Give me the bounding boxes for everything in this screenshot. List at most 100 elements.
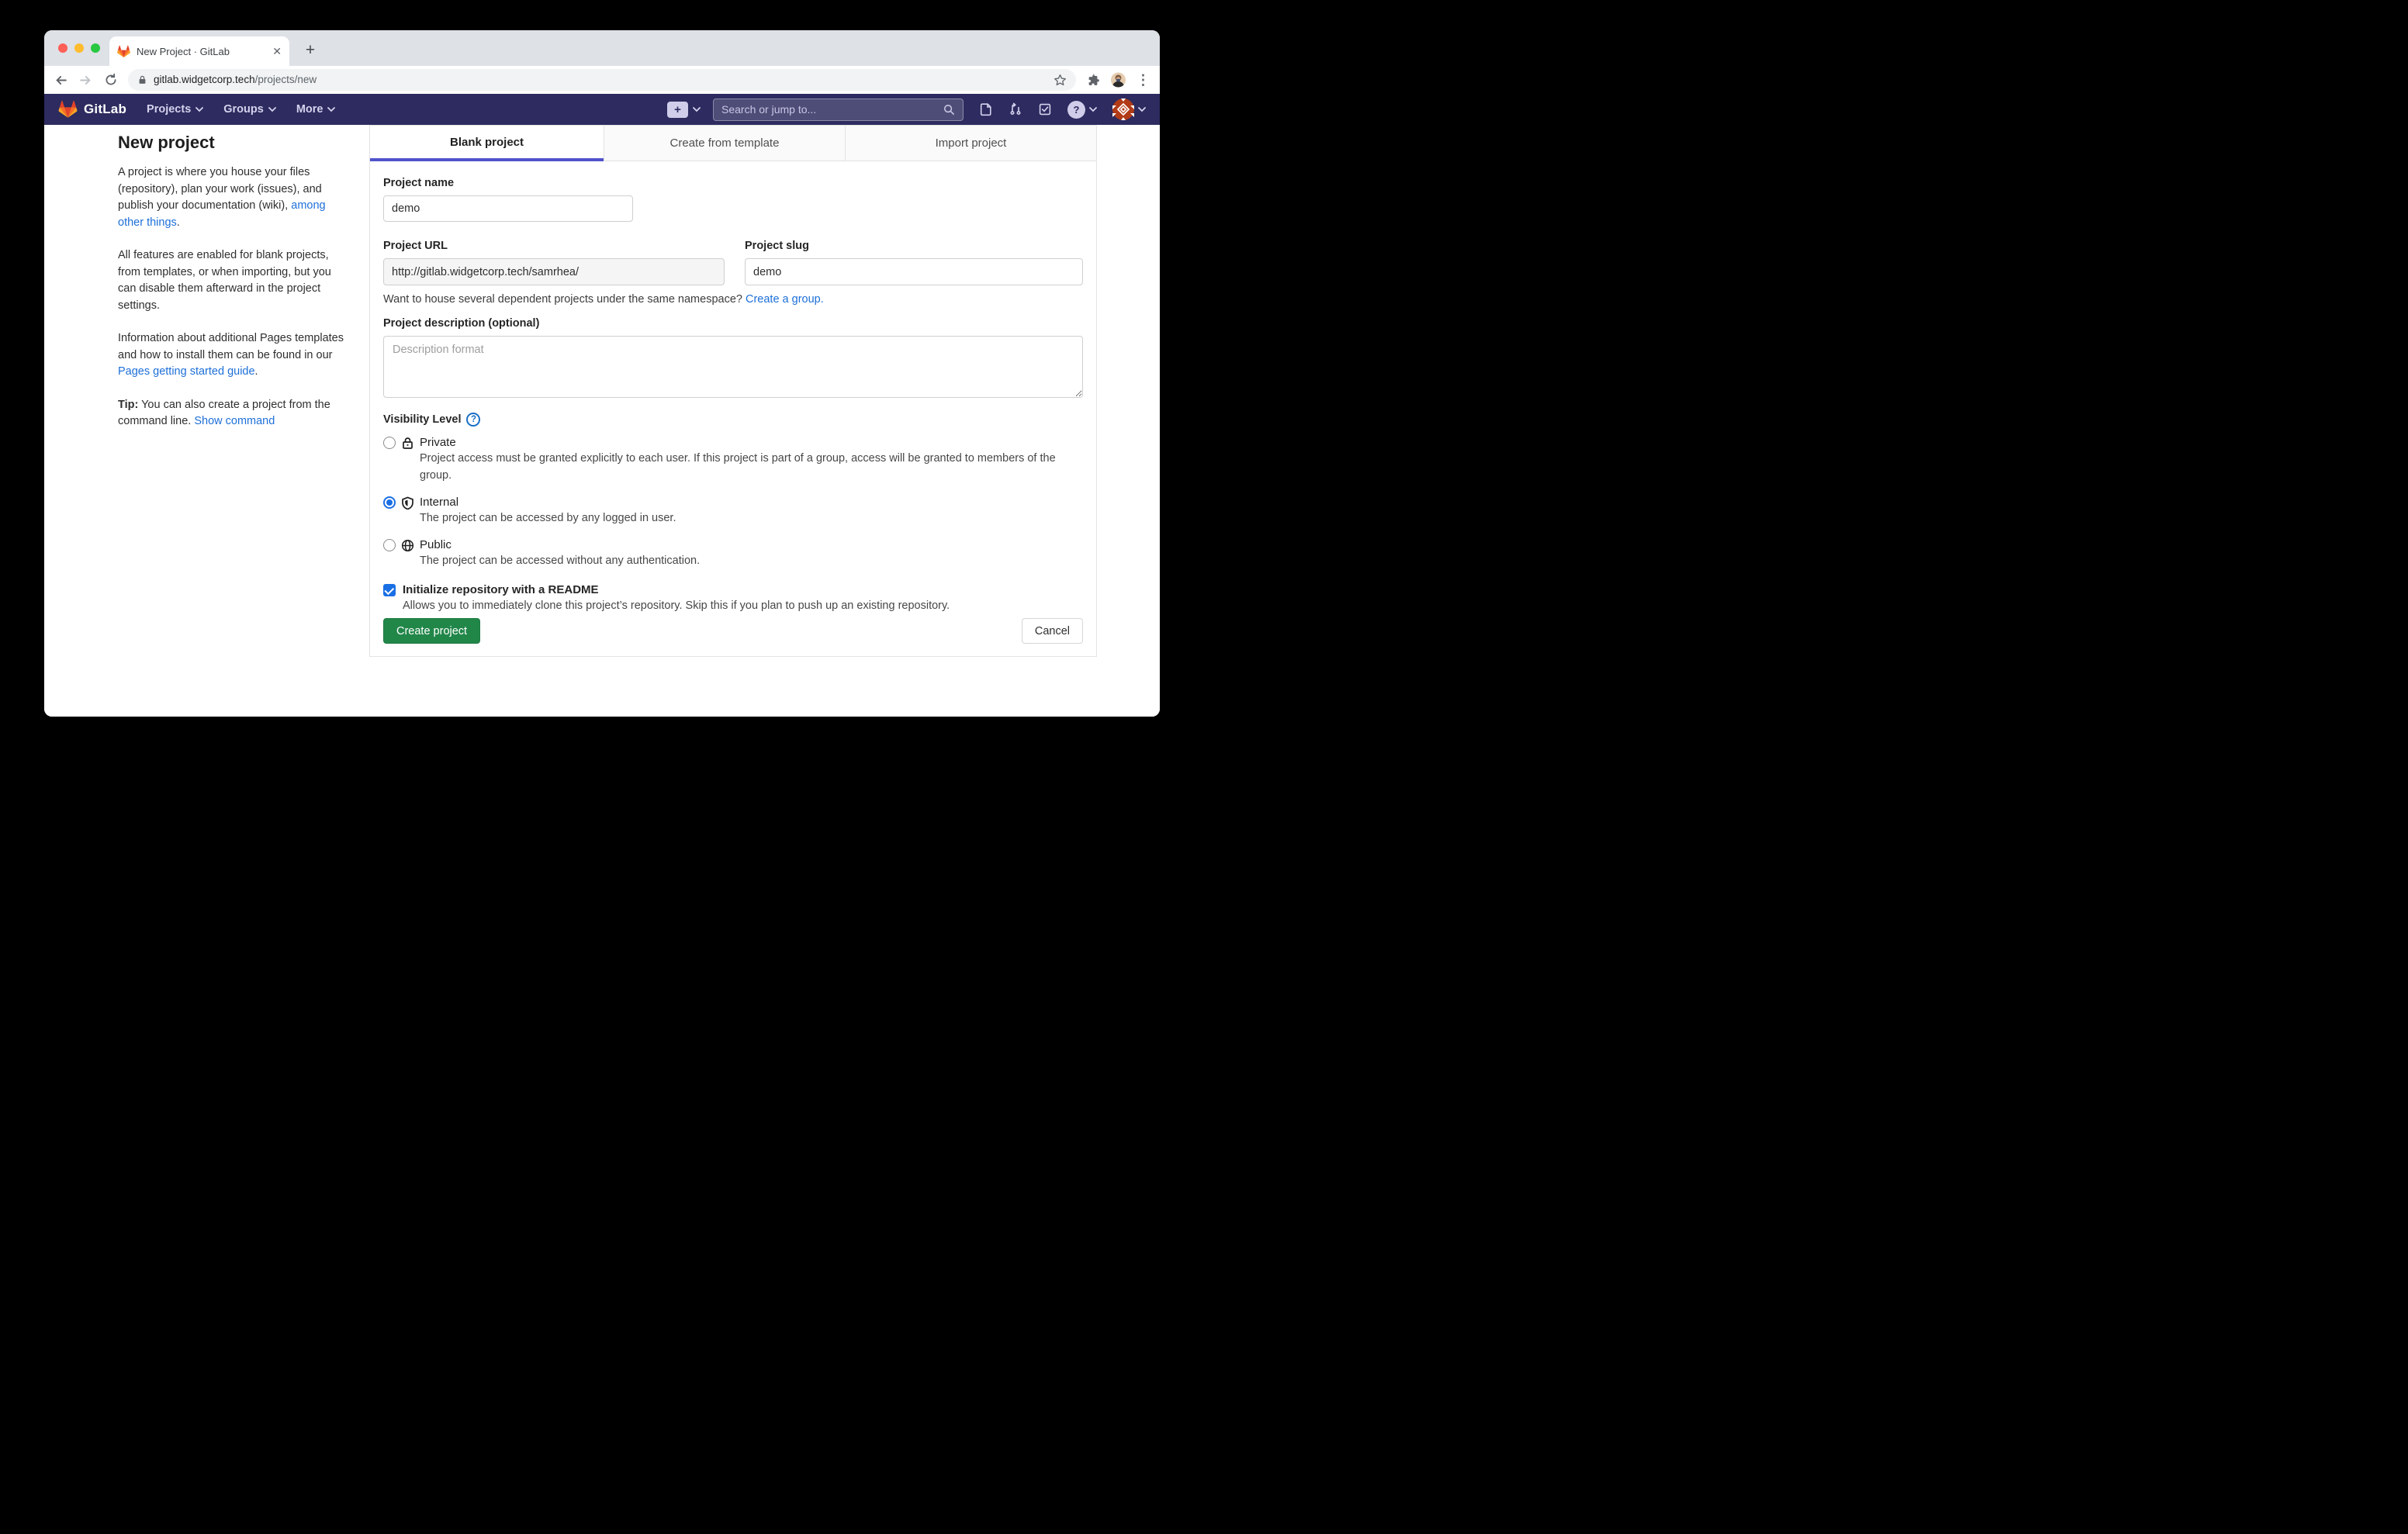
- new-tab-button[interactable]: +: [300, 40, 320, 60]
- tab-blank-project-label: Blank project: [450, 136, 524, 149]
- internal-radio[interactable]: [383, 496, 396, 509]
- nav-projects-label: Projects: [147, 103, 191, 116]
- browser-menu-kebab-icon[interactable]: ⋮: [1136, 73, 1150, 88]
- tip-label: Tip:: [118, 399, 138, 411]
- help-menu[interactable]: ?: [1067, 101, 1097, 119]
- new-menu[interactable]: +: [667, 102, 701, 118]
- lock-icon: [401, 437, 414, 450]
- project-name-label: Project name: [383, 177, 1083, 189]
- merge-requests-icon[interactable]: [1009, 102, 1022, 116]
- sidebar-paragraph-3: Information about additional Pages templ…: [118, 330, 348, 381]
- show-command-link[interactable]: Show command: [194, 415, 275, 427]
- readme-option[interactable]: Initialize repository with a README Allo…: [383, 582, 1083, 615]
- chevron-down-icon: [195, 107, 203, 112]
- search-icon: [943, 104, 955, 116]
- project-name-input[interactable]: [383, 195, 633, 222]
- new-project-sidebar: New project A project is where you house…: [118, 127, 348, 447]
- create-project-button[interactable]: Create project: [383, 618, 480, 644]
- user-menu[interactable]: [1112, 98, 1146, 120]
- readme-checkbox[interactable]: [383, 584, 396, 596]
- shield-icon: [401, 496, 414, 510]
- project-description-textarea[interactable]: [383, 336, 1083, 398]
- globe-icon: [401, 539, 414, 552]
- browser-titlebar: New Project · GitLab ✕ +: [44, 30, 1160, 66]
- nav-more-menu[interactable]: More: [296, 103, 336, 116]
- tab-import-project-label: Import project: [936, 136, 1007, 150]
- chevron-down-icon: [268, 107, 276, 112]
- minimize-window-button[interactable]: [74, 43, 84, 53]
- chevron-down-icon: [1138, 107, 1146, 112]
- public-label: Public: [420, 537, 700, 553]
- todos-icon[interactable]: [1038, 102, 1052, 116]
- chevron-down-icon: [1089, 107, 1097, 112]
- forward-icon[interactable]: [78, 73, 93, 88]
- tab-close-icon[interactable]: ✕: [272, 46, 282, 57]
- url-host: gitlab.widgetcorp.tech: [154, 74, 255, 85]
- browser-urlbar: gitlab.widgetcorp.tech/projects/new ⋮: [44, 66, 1160, 94]
- create-a-group-link[interactable]: Create a group.: [746, 293, 824, 306]
- browser-window: New Project · GitLab ✕ + gitlab.widgetco…: [44, 30, 1160, 717]
- visibility-option-internal[interactable]: Internal The project can be accessed by …: [383, 495, 1083, 527]
- chevron-down-icon: [327, 107, 335, 112]
- nav-groups-label: Groups: [223, 103, 264, 116]
- sidebar-p3-text: Information about additional Pages templ…: [118, 332, 344, 361]
- pages-guide-link[interactable]: Pages getting started guide: [118, 365, 255, 378]
- project-description-label: Project description (optional): [383, 317, 1083, 330]
- browser-tab[interactable]: New Project · GitLab ✕: [109, 36, 289, 66]
- close-window-button[interactable]: [58, 43, 67, 53]
- zoom-window-button[interactable]: [91, 43, 100, 53]
- global-search[interactable]: [713, 98, 964, 121]
- public-radio[interactable]: [383, 539, 396, 551]
- gitlab-brand[interactable]: GitLab: [58, 100, 126, 119]
- extensions-icon[interactable]: [1086, 73, 1101, 88]
- page-content: New project A project is where you house…: [44, 125, 1160, 717]
- help-icon: ?: [1067, 101, 1085, 119]
- gitlab-navbar: GitLab Projects Groups More + ?: [44, 94, 1160, 125]
- url-path: /projects/new: [255, 74, 317, 85]
- tab-create-from-template[interactable]: Create from template: [604, 126, 845, 161]
- sidebar-p3-period: .: [255, 365, 258, 378]
- nav-projects-menu[interactable]: Projects: [147, 103, 203, 116]
- gitlab-brand-label: GitLab: [84, 102, 126, 117]
- visibility-help-icon[interactable]: ?: [466, 413, 480, 427]
- visibility-option-public[interactable]: Public The project can be accessed witho…: [383, 537, 1083, 570]
- private-radio[interactable]: [383, 437, 396, 449]
- search-input[interactable]: [721, 103, 943, 116]
- sidebar-p1-period: .: [177, 216, 180, 229]
- project-slug-label: Project slug: [745, 240, 1083, 252]
- private-description: Project access must be granted explicitl…: [420, 451, 1075, 484]
- internal-label: Internal: [420, 495, 676, 510]
- reload-icon[interactable]: [103, 73, 118, 88]
- nav-more-label: More: [296, 103, 323, 116]
- browser-profile-avatar[interactable]: [1111, 73, 1126, 88]
- chevron-down-icon: [693, 107, 701, 112]
- project-slug-input[interactable]: [745, 258, 1083, 285]
- public-description: The project can be accessed without any …: [420, 553, 700, 570]
- tab-import-project[interactable]: Import project: [845, 126, 1096, 161]
- namespace-hint-text: Want to house several dependent projects…: [383, 293, 746, 306]
- page-title: New project: [118, 133, 348, 153]
- readme-label: Initialize repository with a README: [403, 582, 950, 598]
- issues-icon[interactable]: [979, 102, 993, 116]
- gitlab-logo-icon: [58, 100, 78, 119]
- private-label: Private: [420, 435, 1075, 451]
- gitlab-favicon: [117, 45, 130, 58]
- namespace-hint: Want to house several dependent projects…: [383, 293, 1083, 306]
- project-url-input[interactable]: [383, 258, 725, 285]
- plus-icon: +: [667, 102, 688, 118]
- nav-groups-menu[interactable]: Groups: [223, 103, 276, 116]
- project-url-label: Project URL: [383, 240, 725, 252]
- visibility-level-label: Visibility Level: [383, 413, 461, 426]
- sidebar-paragraph-2: All features are enabled for blank proje…: [118, 247, 348, 314]
- window-controls: [58, 43, 100, 53]
- back-icon[interactable]: [54, 73, 68, 88]
- project-type-tabs: Blank project Create from template Impor…: [370, 126, 1096, 161]
- tab-title: New Project · GitLab: [137, 46, 266, 57]
- internal-description: The project can be accessed by any logge…: [420, 510, 676, 527]
- visibility-option-private[interactable]: Private Project access must be granted e…: [383, 435, 1083, 484]
- address-bar[interactable]: gitlab.widgetcorp.tech/projects/new: [128, 69, 1076, 91]
- tab-create-from-template-label: Create from template: [670, 136, 780, 150]
- bookmark-star-icon[interactable]: [1054, 74, 1067, 87]
- cancel-button[interactable]: Cancel: [1022, 618, 1083, 644]
- tab-blank-project[interactable]: Blank project: [370, 126, 604, 161]
